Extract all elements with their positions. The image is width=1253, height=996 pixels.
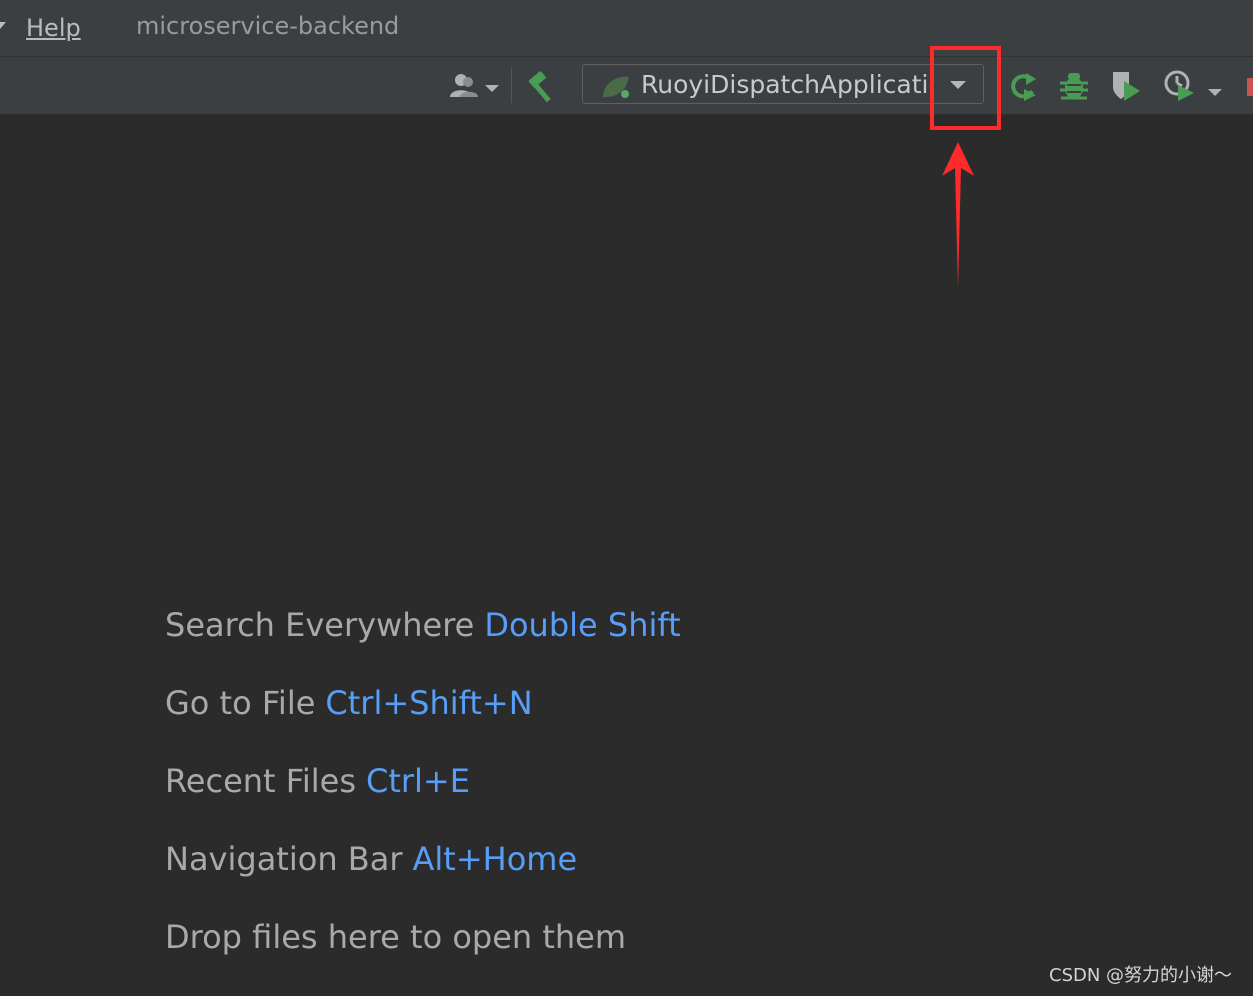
coverage-icon[interactable]: [1110, 69, 1144, 103]
hint-label: Go to File: [165, 684, 316, 722]
toolbar-separator: [511, 67, 512, 103]
debug-icon[interactable]: [1058, 69, 1090, 103]
hint-label: Drop files here to open them: [165, 918, 627, 956]
watermark: CSDN @努力的小谢～: [1049, 965, 1233, 986]
hint-label: Navigation Bar: [165, 840, 403, 878]
annotation-arrow: [942, 142, 974, 288]
main-toolbar: RuoyiDispatchApplication: [0, 57, 1253, 115]
hint-go-to-file: Go to File Ctrl+Shift+N: [165, 684, 681, 762]
hint-shortcut: Ctrl+E: [365, 762, 470, 800]
editor-empty-hints: Search Everywhere Double Shift Go to File…: [165, 606, 681, 996]
profile-icon[interactable]: [1164, 69, 1226, 103]
hint-drop-files: Drop files here to open them: [165, 918, 681, 996]
hint-search-everywhere: Search Everywhere Double Shift: [165, 606, 681, 684]
user-dropdown-icon[interactable]: [448, 73, 502, 99]
hint-label: Recent Files: [165, 762, 356, 800]
build-hammer-icon[interactable]: [526, 69, 560, 103]
hint-recent-files: Recent Files Ctrl+E: [165, 762, 681, 840]
hint-label: Search Everywhere: [165, 606, 475, 644]
hint-shortcut: Alt+Home: [412, 840, 578, 878]
menu-overflow-arrow-icon[interactable]: [0, 22, 6, 29]
hint-shortcut: Double Shift: [484, 606, 681, 644]
spring-boot-app-icon: [603, 76, 629, 98]
rerun-icon[interactable]: [1008, 71, 1040, 103]
run-configuration-selector[interactable]: RuoyiDispatchApplication: [582, 64, 984, 104]
menu-help[interactable]: Help: [26, 14, 81, 42]
hint-navigation-bar: Navigation Bar Alt+Home: [165, 840, 681, 918]
hint-shortcut: Ctrl+Shift+N: [325, 684, 533, 722]
run-configuration-name: RuoyiDispatchApplication: [641, 70, 960, 99]
stop-icon[interactable]: [1247, 78, 1253, 96]
project-title: microservice-backend: [136, 12, 400, 40]
menu-bar: Help microservice-backend: [0, 0, 1253, 57]
annotation-highlight-box: [930, 46, 1001, 130]
menu-help-label: Help: [26, 14, 81, 42]
